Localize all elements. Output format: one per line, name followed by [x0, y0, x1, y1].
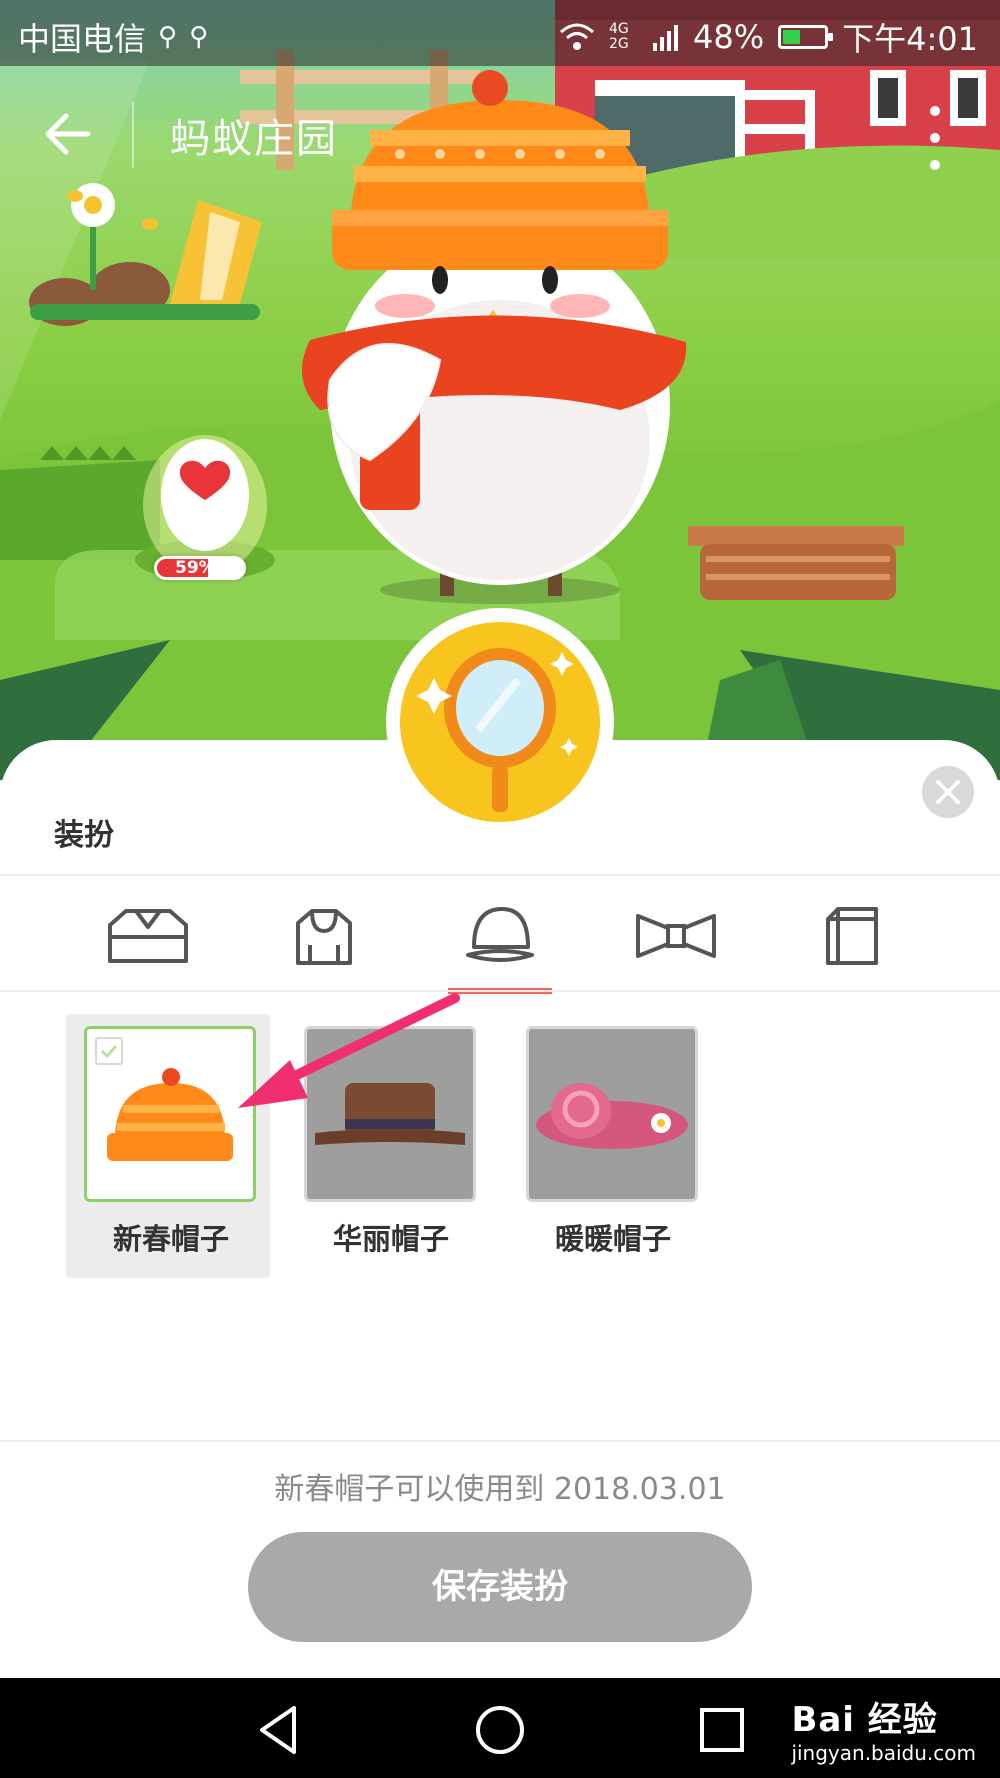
divider: [0, 1440, 1000, 1442]
network-type: 4G 2G: [609, 21, 629, 52]
annotation-arrow: [238, 993, 460, 1108]
system-nav-bar: Bai 经验 jingyan.baidu.com: [0, 1678, 1000, 1778]
egg-progress-bar: 59%: [154, 556, 246, 580]
more-dot-icon: [930, 106, 940, 116]
hoodie-icon: [296, 909, 352, 965]
dress-up-sheet: 装扮 新春帽子 华丽帽子 暖暖帽子 新春帽子可以使用到 2018.03.01 保…: [0, 740, 1000, 1678]
clock: 下午4:01: [842, 20, 978, 58]
carrier-name: 中国电信: [18, 20, 147, 58]
watermark-logo-text: Bai 经验: [791, 1700, 938, 1740]
triangle-back-icon: [260, 1706, 296, 1754]
item-name: 华丽帽子: [332, 1222, 449, 1256]
tab-hoodie[interactable]: [236, 876, 412, 996]
item-name: 暖暖帽子: [554, 1222, 671, 1256]
circle-home-icon: [476, 1706, 524, 1754]
watermark-url: jingyan.baidu.com: [791, 1741, 976, 1765]
more-dot-icon: [930, 160, 940, 170]
more-dot-icon: [930, 133, 940, 143]
page-title: 蚂蚁庄园: [170, 116, 338, 162]
mirror-icon: [400, 622, 600, 822]
back-arrow-icon: [45, 113, 91, 155]
bowtie-icon: [636, 914, 716, 958]
sheet-title: 装扮: [54, 818, 114, 853]
divider: [0, 990, 1000, 992]
save-outfit-button[interactable]: 保存装扮: [248, 1532, 752, 1642]
usb-icon: ⚲: [158, 22, 178, 52]
egg-progress-label: 59%: [175, 558, 216, 578]
category-tabs: [0, 876, 1000, 996]
app-bar: 蚂蚁庄园: [0, 66, 1000, 202]
item-card: [526, 1026, 698, 1202]
baidu-jingyan-watermark: Bai 经验 jingyan.baidu.com: [791, 1692, 976, 1765]
item-name: 新春帽子: [112, 1222, 229, 1256]
app-bar-divider: [132, 102, 134, 168]
nav-home-button[interactable]: [470, 1700, 530, 1760]
more-options-button[interactable]: [922, 106, 948, 170]
nav-recents-button[interactable]: [692, 1700, 752, 1760]
cap-icon: [466, 907, 534, 962]
tab-bag[interactable]: [764, 876, 940, 996]
wifi-icon: [560, 23, 594, 50]
back-button[interactable]: [36, 102, 100, 166]
mirror-button[interactable]: [386, 608, 614, 836]
shirt-icon: [108, 909, 188, 963]
bag-icon: [826, 907, 878, 965]
battery-icon: [778, 25, 834, 49]
close-button[interactable]: [922, 766, 974, 818]
orange-beanie-icon: [107, 1068, 233, 1161]
pink-hat-icon: [536, 1083, 688, 1149]
tab-hat[interactable]: [412, 876, 588, 996]
status-bar: 中国电信 ⚲ ⚲ 4G 2G 48% 下午4:01: [0, 0, 1000, 66]
tab-shirt[interactable]: [60, 876, 236, 996]
nav-back-button[interactable]: [250, 1700, 310, 1760]
usb-icon-2: ⚲: [189, 22, 209, 52]
close-icon: [936, 780, 960, 804]
item-nuannuan-hat[interactable]: 暖暖帽子: [526, 1026, 700, 1258]
tab-bowtie[interactable]: [588, 876, 764, 996]
square-recents-icon: [700, 1708, 744, 1752]
battery-percent: 48%: [693, 18, 765, 56]
signal-icon: [653, 25, 678, 51]
battery-fill: [783, 30, 801, 44]
usage-expiry-note: 新春帽子可以使用到 2018.03.01: [274, 1472, 726, 1507]
